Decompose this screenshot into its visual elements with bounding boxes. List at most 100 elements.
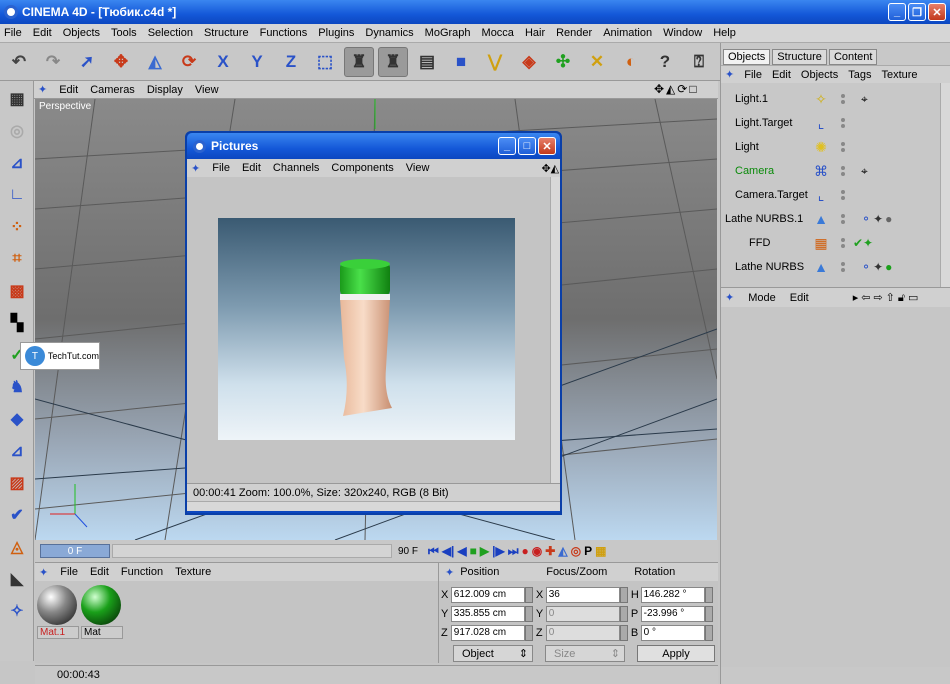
spinner-icon[interactable] [619,586,628,603]
tweak-icon[interactable]: ♞ [3,373,31,401]
visibility-dots-icon[interactable] [835,142,851,152]
viewport-menu-edit[interactable]: Edit [59,84,78,96]
material-pin-icon[interactable]: ✦ [39,566,48,579]
object-row-ffd[interactable]: FFD ▦ ✔✦ [721,231,941,255]
attributes-nav-icons[interactable]: ▸⇦⇨⇧🔓︎▭ [853,291,922,305]
object-list-scrollbar[interactable] [940,83,950,287]
menu-window[interactable]: Window [663,27,702,39]
position-z-field[interactable]: 917.028 cm [450,624,526,641]
objects-menu-tags[interactable]: Tags [848,69,871,81]
prev-key-icon[interactable]: ◀| [442,544,455,559]
material-tags-icon[interactable]: ⚬ ✦ ● [861,260,892,274]
picture-maximize-button[interactable]: □ [518,137,536,155]
object-row-light1[interactable]: Light.1 ✧ ⌖ [721,87,941,111]
param-key-icon[interactable]: P [584,544,592,559]
picture-horizontal-scrollbar[interactable] [187,501,560,511]
tab-content[interactable]: Content [828,49,878,65]
objects-menu-edit[interactable]: Edit [772,69,791,81]
soft-selection-icon[interactable]: ◣ [3,565,31,593]
position-x-field[interactable]: 612.009 cm [450,586,526,603]
close-button[interactable]: ✕ [928,3,946,21]
material-tags-icon[interactable]: ⚬ ✦ ● [861,212,892,226]
timeline-current-frame[interactable]: 0 F [40,544,110,558]
picture-pin-icon[interactable]: ✦ [191,162,200,175]
material-menu-texture[interactable]: Texture [175,566,211,578]
rotation-p-field[interactable]: -23.996 ° [640,605,706,622]
points-mode-icon[interactable]: ⁘ [3,213,31,241]
workplane-icon[interactable]: ⊿ [3,437,31,465]
menu-file[interactable]: File [4,27,22,39]
polygons-mode-icon[interactable]: ▩ [3,277,31,305]
visibility-dots-icon[interactable] [835,214,851,224]
spinner-icon[interactable] [705,624,713,641]
axis-mode-icon[interactable]: ∟ [3,181,31,209]
render-settings-icon[interactable]: ▤ [412,47,442,77]
rotate-icon[interactable]: ⟳ [174,47,204,77]
focus-x-field[interactable]: 36 [545,586,620,603]
spinner-icon[interactable] [705,586,713,603]
attributes-menu-mode[interactable]: Mode [748,292,776,304]
target-tag-icon[interactable]: ⌖ [861,164,868,179]
picture-menu-edit[interactable]: Edit [242,162,261,174]
go-to-start-icon[interactable]: ⏮ [428,544,439,559]
rotation-key-icon[interactable]: ◎ [571,544,581,559]
context-help-icon[interactable]: ⍰ [684,47,714,77]
objects-menu-objects[interactable]: Objects [801,69,838,81]
select-arrow-icon[interactable]: ➚ [72,47,102,77]
spline-icon[interactable]: ⋁ [480,47,510,77]
record-icon[interactable]: ● [522,544,529,559]
visibility-dots-icon[interactable] [835,238,851,248]
attributes-pin-icon[interactable]: ✦ [725,291,734,304]
timeline-track[interactable] [112,544,392,558]
target-tag-icon[interactable]: ⌖ [861,92,868,107]
picture-menu-components[interactable]: Components [331,162,393,174]
menu-help[interactable]: Help [713,27,736,39]
viewport-menu-cameras[interactable]: Cameras [90,84,135,96]
visibility-dots-icon[interactable] [835,190,851,200]
play-back-icon[interactable]: ◀ [457,544,466,559]
apply-button[interactable]: Apply [637,645,715,662]
menu-edit[interactable]: Edit [33,27,52,39]
objects-menu-file[interactable]: File [744,69,762,81]
menu-objects[interactable]: Objects [63,27,100,39]
undo-icon[interactable]: ↶ [4,47,34,77]
go-to-end-icon[interactable]: ⏭ [508,544,519,559]
autokey-icon[interactable]: ◉ [532,544,542,559]
coordinate-system-icon[interactable]: ⬚ [310,47,340,77]
picture-menu-channels[interactable]: Channels [273,162,319,174]
array-icon[interactable]: ✣ [548,47,578,77]
objects-menu-texture[interactable]: Texture [881,69,917,81]
object-row-camera-target[interactable]: Camera.Target ⌞ [721,183,941,207]
tab-objects[interactable]: Objects [723,49,771,65]
next-key-icon[interactable]: |▶ [492,544,505,559]
objects-pin-icon[interactable]: ✦ [725,68,734,81]
move-icon[interactable]: ✥ [106,47,136,77]
spinner-icon[interactable] [525,624,533,641]
material-item[interactable]: Mat [81,585,123,641]
spinner-icon[interactable] [525,605,533,622]
spinner-icon[interactable] [525,586,533,603]
menu-mocca[interactable]: Mocca [482,27,514,39]
menu-plugins[interactable]: Plugins [318,27,354,39]
menu-tools[interactable]: Tools [111,27,137,39]
menu-dynamics[interactable]: Dynamics [365,27,413,39]
nurbs-icon[interactable]: ◈ [514,47,544,77]
cube-icon[interactable]: ■ [446,47,476,77]
menu-functions[interactable]: Functions [260,27,308,39]
scale-icon[interactable]: ◭ [140,47,170,77]
coord-mode-select[interactable]: Object ⇕ [453,645,533,662]
tab-structure[interactable]: Structure [772,49,827,65]
attributes-menu-edit[interactable]: Edit [790,292,809,304]
maximize-button[interactable]: ❐ [908,3,926,21]
snap-icon[interactable]: ▨ [3,469,31,497]
model-mode-icon[interactable]: ◎ [3,117,31,145]
object-row-light-target[interactable]: Light.Target ⌞ [721,111,941,135]
picture-vertical-scrollbar[interactable] [550,177,560,483]
play-icon[interactable]: ▶ [480,544,489,559]
render-picture-viewer-icon[interactable]: ♜ [378,46,408,77]
material-menu-edit[interactable]: Edit [90,566,109,578]
viewport-menu-view[interactable]: View [195,84,219,96]
enable-axis-icon[interactable]: ✔ [3,501,31,529]
position-key-icon[interactable]: ✚ [545,544,555,559]
enabled-check-icon[interactable]: ✔✦ [853,236,873,250]
